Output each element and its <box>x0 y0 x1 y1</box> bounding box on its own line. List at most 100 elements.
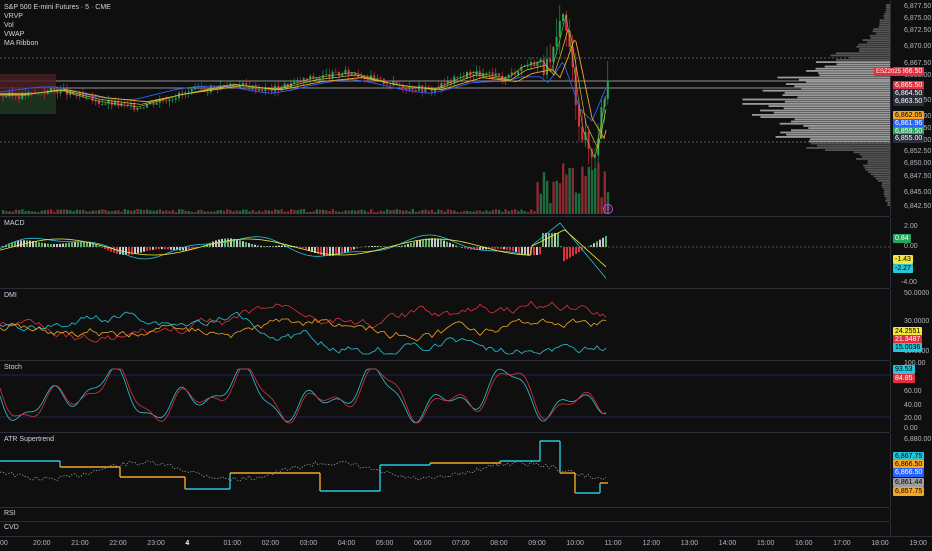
volume-profile-bar <box>794 85 890 87</box>
volume-profile-bar <box>880 22 890 24</box>
volume-bar <box>287 211 289 214</box>
atr-title[interactable]: ATR Supertrend <box>4 436 54 443</box>
volume-bar <box>248 211 250 214</box>
cvd-pane[interactable]: CVD <box>0 522 890 535</box>
macd-hist-bar <box>68 243 70 247</box>
macd-hist-bar <box>158 247 160 249</box>
stoch-pane[interactable]: Stoch <box>0 361 890 433</box>
candle-body <box>200 87 202 89</box>
macd-hist-bar <box>47 244 49 247</box>
macd-hist-bar <box>590 245 592 247</box>
volume-bar <box>114 211 116 214</box>
volume-bar <box>280 209 282 214</box>
volume-bar <box>34 212 36 214</box>
volume-bar <box>111 211 113 214</box>
volume-profile-bar <box>879 24 890 26</box>
dmi-title[interactable]: DMI <box>4 292 17 299</box>
candle-body <box>108 101 110 104</box>
volume-bar <box>191 212 193 214</box>
volume-bar <box>152 211 154 214</box>
price-pane[interactable]: S&P 500 E-mini Futures · 5 · CME VRVP Vo… <box>0 0 890 217</box>
volume-bar <box>63 209 65 214</box>
price-chart[interactable] <box>0 0 890 216</box>
stoch-d-tag: 84.85 <box>893 374 915 383</box>
volume-bar <box>312 211 314 214</box>
candle-body <box>18 96 20 98</box>
volume-bar <box>386 209 388 214</box>
candle-body <box>140 108 142 109</box>
candle-body <box>562 14 564 21</box>
indicator-ma-ribbon[interactable]: MA Ribbon <box>4 39 111 48</box>
candle-body <box>197 87 199 88</box>
volume-bar <box>133 210 135 214</box>
volume-bar <box>476 211 478 214</box>
macd-hist-bar <box>596 241 598 247</box>
candle-body <box>261 89 263 91</box>
volume-profile-bar <box>791 129 890 131</box>
macd-hist-bar <box>533 247 535 255</box>
cvd-title[interactable]: CVD <box>4 524 19 531</box>
indicator-vol[interactable]: Vol <box>4 21 111 30</box>
macd-hist-bar <box>572 247 574 256</box>
symbol-title[interactable]: S&P 500 E-mini Futures · 5 · CME <box>4 3 111 12</box>
macd-hist-bar <box>263 246 265 247</box>
candle-body <box>527 66 529 67</box>
atr-pane[interactable]: ATR Supertrend <box>0 433 890 508</box>
price-tick: 6,870.00 <box>904 43 931 50</box>
macd-hist-bar <box>227 238 229 247</box>
volume-bar <box>543 172 545 214</box>
candle-body <box>98 100 100 104</box>
dmi-pane[interactable]: DMI <box>0 289 890 361</box>
candle-body <box>175 98 177 99</box>
volume-bar <box>396 209 398 214</box>
volume-profile-bar <box>873 28 890 30</box>
volume-bar <box>370 209 372 214</box>
macd-hist-bar <box>44 243 46 247</box>
ma-line <box>0 40 606 138</box>
indicator-vwap[interactable]: VWAP <box>4 30 111 39</box>
macd-hist-bar <box>98 246 100 247</box>
macd-hist-bar <box>74 242 76 247</box>
volume-profile-bar <box>760 110 890 112</box>
macd-hist-bar <box>95 245 97 247</box>
volume-bar <box>194 212 196 214</box>
volume-bar <box>309 212 311 214</box>
macd-hist-bar <box>137 247 139 253</box>
volume-bar <box>140 209 142 214</box>
macd-hist-bar <box>569 247 571 258</box>
macd-hist-bar <box>77 242 79 247</box>
volume-bar <box>223 211 225 214</box>
rsi-pane[interactable]: RSI <box>0 508 890 522</box>
time-tick: 12:00 <box>643 540 661 547</box>
macd-hist-bar <box>452 244 454 247</box>
volume-bar <box>354 211 356 214</box>
rsi-title[interactable]: RSI <box>4 510 16 517</box>
candle-body <box>559 21 561 37</box>
volume-profile-bar <box>871 173 890 175</box>
volume-bar <box>168 211 170 214</box>
stoch-title[interactable]: Stoch <box>4 364 22 371</box>
price-axis[interactable]: 6,877.506,875.006,872.506,870.006,867.50… <box>890 0 932 216</box>
macd-hist-bar <box>143 247 145 252</box>
candle-body <box>335 72 337 73</box>
price-tick: 6,867.50 <box>904 60 931 67</box>
macd-title[interactable]: MACD <box>4 220 25 227</box>
volume-bar <box>28 211 30 214</box>
indicator-vrvp[interactable]: VRVP <box>4 12 111 21</box>
candle-body <box>172 99 174 100</box>
time-tick: 06:00 <box>414 540 432 547</box>
volume-bar <box>546 181 548 214</box>
volume-bar <box>328 211 330 214</box>
macd-pane[interactable]: MACD <box>0 217 890 289</box>
time-tick: 10:00 <box>566 540 584 547</box>
volume-profile-bar <box>774 112 890 114</box>
event-marker-icon[interactable]: ◎ <box>603 204 613 214</box>
chart-legend: S&P 500 E-mini Futures · 5 · CME VRVP Vo… <box>4 3 111 48</box>
candle-body <box>168 100 170 102</box>
macd-hist-bar <box>359 247 361 248</box>
volume-bar <box>207 211 209 214</box>
volume-bar <box>335 211 337 214</box>
volume-bar <box>540 194 542 214</box>
time-tick: 01:00 <box>224 540 242 547</box>
time-axis[interactable]: 0020:0021:0022:0023:00401:0002:0003:0004… <box>0 536 932 551</box>
